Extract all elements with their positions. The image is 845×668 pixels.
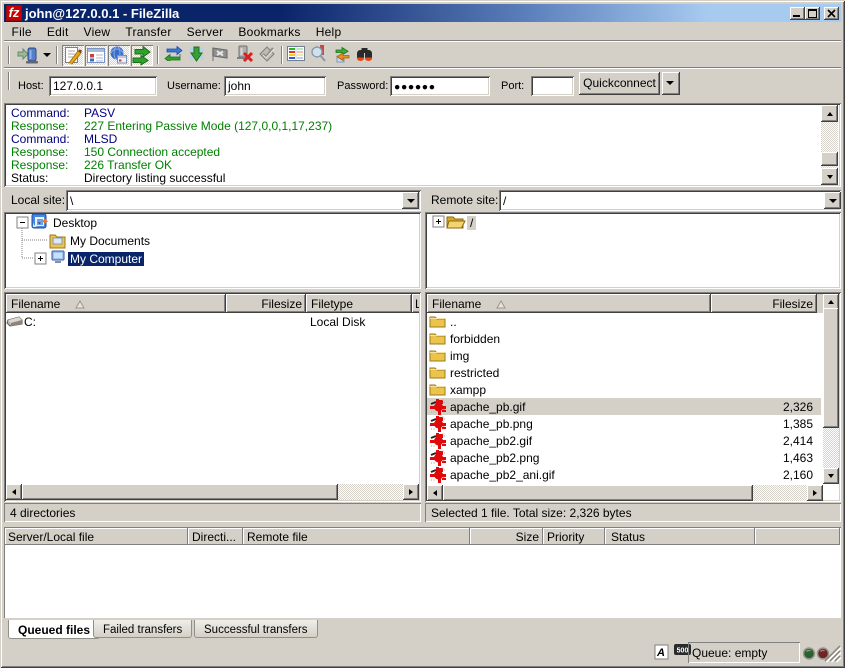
svg-text:A: A bbox=[656, 647, 665, 659]
svg-text:500: 500 bbox=[677, 648, 689, 655]
